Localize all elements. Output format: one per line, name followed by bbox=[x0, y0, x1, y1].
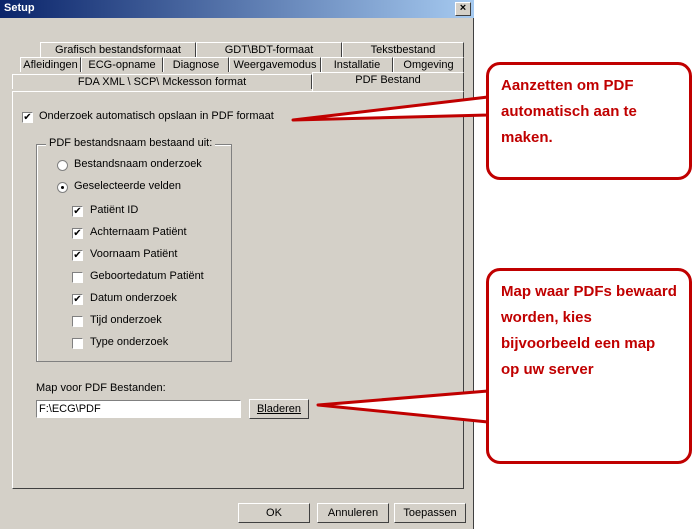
callout-bottom-pointer bbox=[316, 389, 490, 424]
callout-top-pointer bbox=[291, 95, 490, 122]
callout-top: Aanzetten om PDF automatisch aan te make… bbox=[486, 62, 692, 180]
callout-bottom: Map waar PDFs bewaard worden, kies bijvo… bbox=[486, 268, 692, 464]
